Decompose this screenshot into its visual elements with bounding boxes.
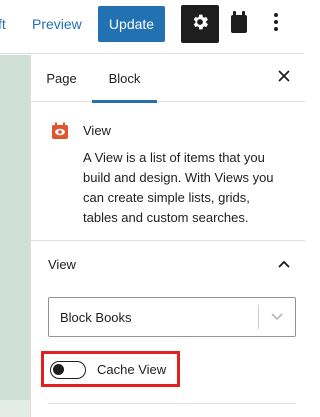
close-icon: [277, 69, 291, 88]
editor-toolbar: ft Preview Update: [0, 0, 304, 54]
view-select[interactable]: Block Books: [48, 297, 296, 337]
view-panel-header[interactable]: View: [31, 242, 305, 288]
more-options-button[interactable]: [264, 10, 288, 38]
cache-view-toggle[interactable]: [50, 361, 86, 379]
close-sidebar-button[interactable]: [273, 67, 295, 89]
toolset-button[interactable]: [225, 10, 253, 38]
block-title: View: [83, 123, 111, 138]
canvas-block-edge: [0, 400, 30, 417]
cache-view-label[interactable]: Cache View: [97, 362, 166, 377]
settings-sidebar: Page Block View A View is a list of item…: [30, 55, 305, 417]
cache-view-highlight: Cache View: [41, 351, 180, 387]
block-description: A View is a list of items that you build…: [83, 150, 274, 225]
sidebar-tabs: Page Block: [31, 55, 305, 103]
toggle-knob: [53, 364, 64, 375]
settings-button[interactable]: [181, 5, 219, 43]
view-block-icon: [51, 122, 69, 140]
vertical-ellipsis-icon: [273, 12, 279, 37]
view-select-value: Block Books: [60, 310, 132, 325]
panel-toggle-button[interactable]: [273, 254, 295, 276]
chevron-up-icon: [277, 256, 291, 274]
divider: [48, 403, 296, 404]
editor-canvas: [0, 55, 30, 417]
tab-page[interactable]: Page: [31, 55, 92, 102]
chevron-down-icon[interactable]: [267, 307, 287, 327]
block-card: View A View is a list of items that you …: [31, 103, 305, 241]
select-separator: [258, 305, 259, 329]
preview-button[interactable]: Preview: [32, 16, 82, 32]
save-draft-link[interactable]: ft: [0, 16, 6, 32]
panel-title: View: [48, 257, 76, 272]
tab-block[interactable]: Block: [92, 55, 157, 103]
clipboard-icon: [229, 10, 249, 39]
update-button[interactable]: Update: [98, 6, 165, 42]
gear-icon: [190, 12, 210, 37]
